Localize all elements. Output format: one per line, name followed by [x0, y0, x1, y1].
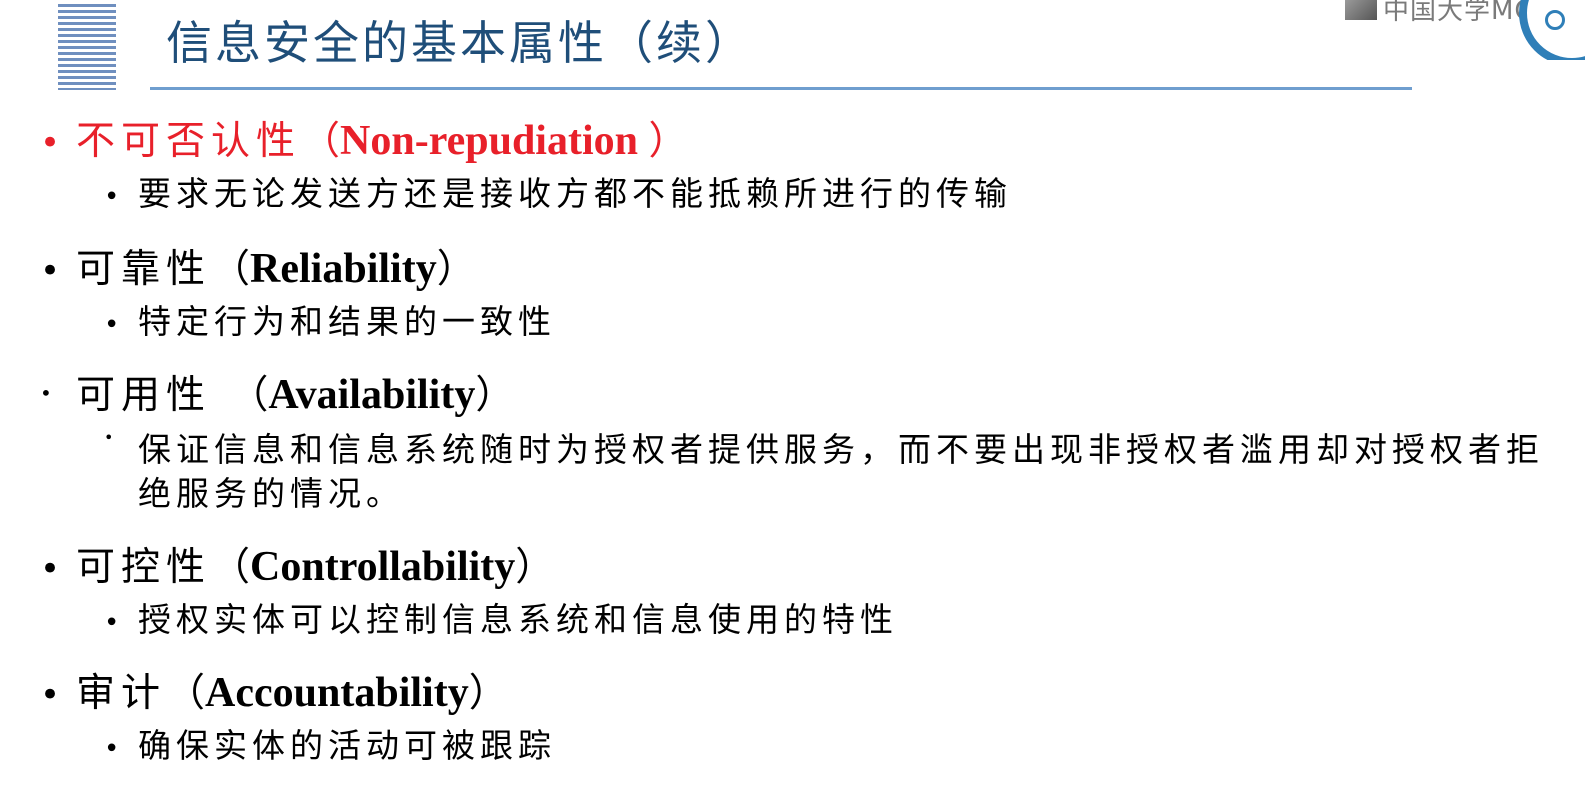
close-paren: ） — [468, 671, 508, 716]
open-paren: （ — [211, 247, 251, 292]
sub-bullet-icon: • — [104, 608, 120, 638]
item-availability-bullet: • — [104, 428, 138, 453]
bullet-icon: • — [40, 381, 52, 405]
item-description: 特定行为和结果的一致性 — [138, 302, 556, 341]
item-english: Availability — [268, 372, 476, 418]
item-reliability-desc: • 特定行为和结果的一致性 — [104, 300, 556, 344]
item-description: 保证信息和信息系统随时为授权者提供服务，而不要出现非授权者滥用却对授权者拒绝服务… — [138, 430, 1544, 513]
item-description: 授权实体可以控制信息系统和信息使用的特性 — [138, 600, 898, 639]
open-paren: （ — [301, 119, 341, 164]
item-non-repudiation: • 不可否认性（Non-repudiation ） — [40, 110, 688, 166]
bullet-icon: • — [40, 251, 61, 291]
sub-bullet-icon: • — [104, 428, 114, 447]
close-paren: ） — [648, 119, 688, 164]
item-description: 要求无论发送方还是接收方都不能抵赖所进行的传输 — [138, 174, 1012, 213]
close-paren: ） — [436, 247, 476, 292]
item-availability: • 可用性 （Availability） — [40, 364, 514, 420]
close-paren: ） — [475, 373, 515, 418]
bullet-icon: • — [40, 123, 61, 163]
item-description: 确保实体的活动可被跟踪 — [138, 726, 556, 765]
item-accountability-desc: • 确保实体的活动可被跟踪 — [104, 724, 556, 768]
item-english: Non-repudiation — [340, 118, 649, 164]
open-paren: （ — [229, 373, 269, 418]
item-reliability: • 可靠性（Reliability） — [40, 238, 476, 294]
item-term: 可用性 — [76, 373, 230, 418]
open-paren: （ — [211, 545, 251, 590]
sub-bullet-icon: • — [104, 310, 120, 340]
item-availability-desc: 保证信息和信息系统随时为授权者提供服务，而不要出现非授权者滥用却对授权者拒绝服务… — [138, 428, 1578, 516]
item-controllability: • 可控性（Controllability） — [40, 536, 554, 592]
sub-bullet-icon: • — [104, 182, 120, 212]
item-non-repudiation-desc: • 要求无论发送方还是接收方都不能抵赖所进行的传输 — [104, 172, 1012, 216]
item-term: 不可否认性 — [76, 119, 302, 164]
item-english: Reliability — [250, 246, 437, 292]
item-term: 可控性 — [76, 545, 212, 590]
bullet-icon: • — [40, 549, 61, 589]
close-paren: ） — [515, 545, 555, 590]
item-term: 可靠性 — [76, 247, 212, 292]
item-term: 审计 — [76, 671, 167, 716]
open-paren: （ — [166, 671, 206, 716]
item-english: Accountability — [205, 670, 469, 716]
item-accountability: • 审计（Accountability） — [40, 662, 508, 718]
slide-content: • 不可否认性（Non-repudiation ） • 要求无论发送方还是接收方都不… — [0, 0, 1585, 795]
sub-bullet-icon: • — [104, 734, 120, 764]
item-english: Controllability — [250, 544, 516, 590]
item-controllability-desc: • 授权实体可以控制信息系统和信息使用的特性 — [104, 598, 898, 642]
bullet-icon: • — [40, 675, 61, 715]
